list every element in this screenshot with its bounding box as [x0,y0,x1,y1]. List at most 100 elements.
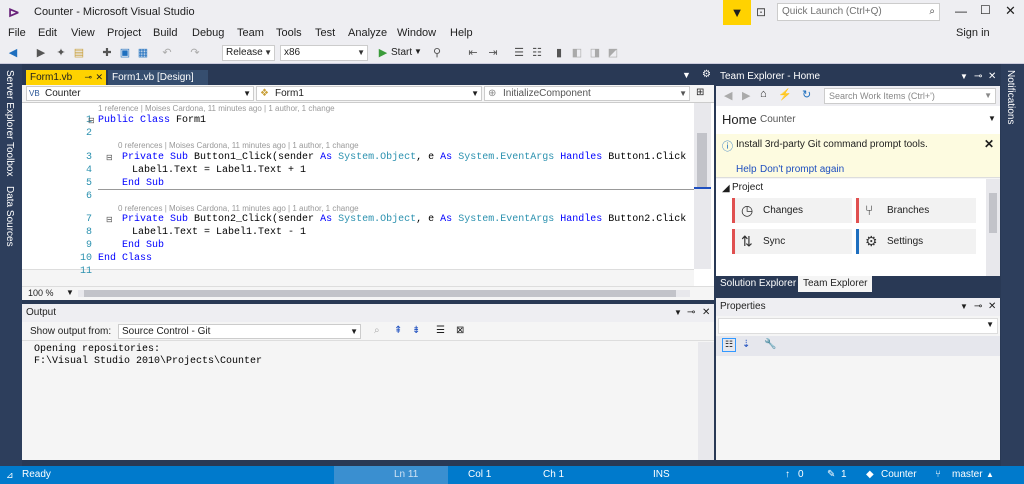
collapse-icon[interactable]: ⊟ [106,215,113,224]
server-explorer-tab[interactable]: Server Explorer [4,70,15,139]
close-button[interactable]: ✕ [1005,3,1016,19]
menu-debug[interactable]: Debug [192,27,224,39]
chevron-down-icon[interactable]: ▼ [960,68,968,86]
unpublished-count[interactable]: 0 [798,466,804,484]
start-icon[interactable]: ▶ [376,46,390,60]
menu-tools[interactable]: Tools [276,27,302,39]
output-text-area[interactable]: Opening repositories: F:\Visual Studio 2… [22,342,698,460]
changes-tile[interactable]: ◷ Changes [732,198,852,223]
object-select[interactable]: ▼ [718,318,998,334]
data-sources-tab[interactable]: Data Sources [4,186,15,247]
prev-bookmark-icon[interactable]: ◧ [570,46,584,60]
forward-icon[interactable]: ▶ [742,89,750,102]
bookmark-icon[interactable]: ▮ [552,46,566,60]
filter-icon[interactable]: ▼ [723,0,751,25]
close-icon[interactable]: ✕ [984,137,994,151]
menu-build[interactable]: Build [153,27,177,39]
minimize-button[interactable]: — [955,4,967,18]
menu-edit[interactable]: Edit [38,27,57,39]
solution-platform-select[interactable]: x86 ▼ [280,45,368,61]
uncomment-icon[interactable]: ☷ [530,46,544,60]
solution-configuration-select[interactable]: Release ▼ [222,45,275,61]
start-button[interactable]: Start [391,47,412,58]
menu-analyze[interactable]: Analyze [348,27,387,39]
editor-vertical-scrollbar[interactable] [694,103,711,269]
sync-tile[interactable]: ⇅ Sync [732,229,852,254]
code-line-10[interactable]: End Class [98,253,152,264]
pin-icon[interactable]: ⊸ [974,68,982,86]
chevron-down-icon[interactable]: ▼ [66,288,74,297]
wrench-icon[interactable]: 🔧 [764,339,776,350]
pin-icon[interactable]: ⊸ [687,304,695,322]
forward-icon[interactable]: ▶ [34,46,48,60]
tab-solution-explorer[interactable]: Solution Explorer [720,278,796,289]
clear-bookmarks-icon[interactable]: ◩ [606,46,620,60]
settings-icon[interactable]: ⚙ [702,69,711,80]
menu-team[interactable]: Team [237,27,264,39]
close-icon[interactable]: ✕ [988,68,996,86]
output-scrollbar[interactable] [698,342,714,460]
chevron-down-icon[interactable]: ▼ [674,304,682,322]
toolbox-tab[interactable]: Toolbox [4,142,15,176]
undo-icon[interactable]: ↶ [160,46,174,60]
code-editor[interactable]: 1 reference | Moises Cardona, 11 minutes… [22,103,714,286]
code-line-4[interactable]: Label1.Text = Label1.Text + 1 [132,165,306,176]
code-line-8[interactable]: Label1.Text = Label1.Text - 1 [132,227,306,238]
repository-name[interactable]: Counter [881,466,917,484]
alphabetical-icon[interactable]: ⇣ [742,339,750,350]
prev-message-icon[interactable]: ⇞ [394,325,402,336]
tab-form1-design[interactable]: Form1.vb [Design] [108,70,208,85]
comment-icon[interactable]: ☰ [512,46,526,60]
project-dropdown[interactable]: VB Counter ▼ [26,86,254,101]
connect-icon[interactable]: ⚡ [778,88,792,101]
chevron-down-icon[interactable]: ▼ [988,114,996,123]
class-dropdown[interactable]: ❖ Form1 ▼ [256,86,482,101]
back-icon[interactable]: ◀ [6,46,20,60]
save-all-icon[interactable]: ▦ [136,46,150,60]
next-bookmark-icon[interactable]: ◨ [588,46,602,60]
menu-window[interactable]: Window [397,27,436,39]
close-icon[interactable]: ✕ [702,304,710,322]
settings-tile[interactable]: ⚙ Settings [856,229,976,254]
code-line-7[interactable]: Private Sub Button2_Click(sender As Syst… [122,214,686,225]
collapse-icon[interactable]: ⊟ [106,153,113,162]
chevron-down-icon[interactable]: ▼ [960,298,968,316]
open-file-icon[interactable]: ▤ [72,46,86,60]
pin-icon[interactable]: ⊸ [84,70,92,85]
back-icon[interactable]: ◀ [724,89,732,102]
new-project-icon[interactable]: ✦ [54,46,68,60]
sub1-codelens[interactable]: 0 references | Moises Cardona, 11 minute… [118,141,359,150]
tab-form1-vb[interactable]: Form1.vb ⊸ ✕ [26,70,106,85]
menu-project[interactable]: Project [107,27,141,39]
menu-file[interactable]: File [8,27,26,39]
split-icon[interactable]: ⊞ [696,87,704,98]
code-line-5[interactable]: End Sub [122,178,164,189]
refresh-icon[interactable]: ↻ [802,88,811,101]
output-source-select[interactable]: Source Control - Git ▼ [118,324,361,339]
pending-changes-count[interactable]: 1 [841,466,847,484]
collapse-icon[interactable]: ⊟ [88,116,95,125]
scrollbar-thumb[interactable] [697,133,707,188]
tab-team-explorer[interactable]: Team Explorer [798,276,873,292]
code-line-3[interactable]: Private Sub Button1_Click(sender As Syst… [122,152,686,163]
sign-in-link[interactable]: Sign in [956,27,990,39]
toggle-icon[interactable]: ⇥ [486,46,500,60]
find-message-icon[interactable]: ⌕ [374,325,380,336]
code-line-1[interactable]: Public Class Form1 [98,115,206,126]
branches-tile[interactable]: ⑂ Branches [856,198,976,223]
feedback-icon[interactable]: ⊡ [756,5,766,19]
maximize-button[interactable]: ☐ [980,3,991,17]
menu-help[interactable]: Help [450,27,473,39]
branch-menu-icon[interactable]: ▲ [986,466,994,484]
start-dropdown-icon[interactable]: ▼ [414,47,422,56]
find-in-files-icon[interactable]: ⚲ [430,46,444,60]
clear-all-icon[interactable]: ☰ [436,325,445,336]
save-icon[interactable]: ▣ [118,46,132,60]
menu-test[interactable]: Test [315,27,335,39]
menu-view[interactable]: View [71,27,95,39]
quick-launch-input[interactable]: Quick Launch (Ctrl+Q) ⌕ [777,3,940,21]
notifications-tab[interactable]: Notifications [1005,70,1016,124]
search-work-items-input[interactable]: Search Work Items (Ctrl+') ▼ [824,88,996,104]
close-icon[interactable]: ✕ [988,298,996,316]
scrollbar-thumb[interactable] [84,290,676,297]
